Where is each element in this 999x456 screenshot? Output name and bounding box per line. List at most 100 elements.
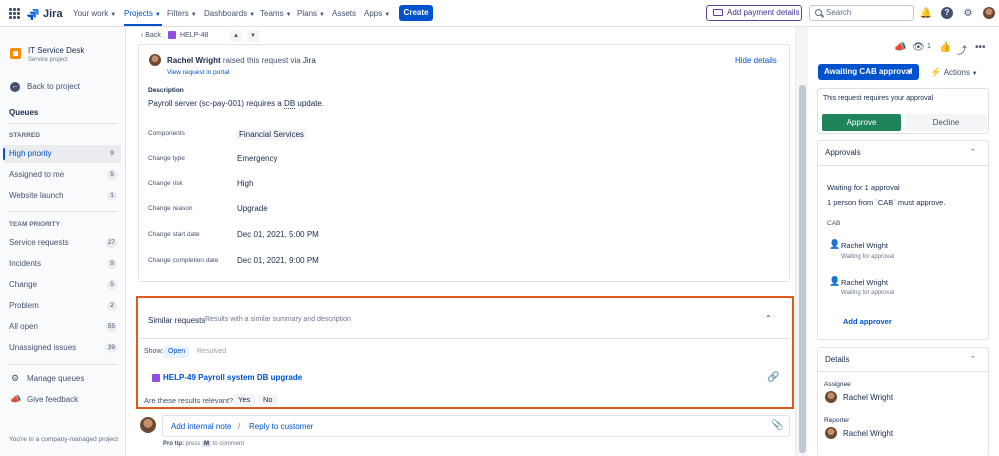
nav-apps[interactable]: Apps ▼ bbox=[364, 6, 390, 21]
share-icon[interactable]: ⤴ bbox=[957, 42, 967, 57]
nav-assets[interactable]: Assets bbox=[332, 6, 356, 21]
similar-issue-link[interactable]: HELP-49 Payroll system DB upgrade bbox=[152, 373, 302, 382]
relevant-no-button[interactable]: No bbox=[258, 394, 278, 406]
approver-group-label: CAB bbox=[827, 220, 841, 227]
pro-tip-text: to comment bbox=[212, 441, 245, 447]
help-icon[interactable]: ? bbox=[941, 7, 953, 19]
nav-filters[interactable]: Filters ▼ bbox=[167, 6, 197, 21]
back-button[interactable]: ‹ Back bbox=[141, 31, 161, 41]
relevant-yes-button[interactable]: Yes bbox=[233, 394, 256, 406]
chevron-down-icon: ▼ bbox=[190, 12, 197, 18]
nav-projects[interactable]: Projects ▼ bbox=[124, 6, 161, 21]
sidebar-item-assigned-to-me[interactable]: Assigned to me 5 bbox=[3, 166, 121, 184]
details-heading[interactable]: Details bbox=[825, 355, 849, 364]
field-label-change-reason: Change reason bbox=[148, 205, 193, 212]
sidebar-item-unassigned-issues[interactable]: Unassigned issues 39 bbox=[3, 339, 121, 357]
sidebar-item-high-priority[interactable]: High priority 9 bbox=[3, 145, 121, 163]
nav-label: Teams bbox=[260, 9, 284, 18]
approver-name[interactable]: Rachel Wright bbox=[841, 278, 888, 287]
queue-count: 2 bbox=[107, 301, 117, 311]
attachment-icon[interactable]: 📎 bbox=[771, 420, 783, 431]
field-value-change-start-date[interactable]: Dec 01, 2021, 5:00 PM bbox=[237, 230, 319, 239]
similar-issue-label: HELP-49 Payroll system DB upgrade bbox=[163, 373, 303, 382]
thumbs-up-icon[interactable]: 👍 bbox=[939, 42, 951, 53]
pro-tip-key: M bbox=[202, 441, 212, 447]
feedback-icon[interactable]: 📣 bbox=[894, 42, 906, 53]
add-approver-button[interactable]: Add approver bbox=[843, 317, 892, 326]
filter-open-button[interactable]: Open bbox=[164, 346, 190, 358]
description-text[interactable]: Payroll server (sc-pay-001) requires a D… bbox=[148, 99, 325, 109]
field-value-change-risk[interactable]: High bbox=[237, 179, 253, 188]
chevron-up-icon[interactable]: ⌃ bbox=[765, 314, 772, 323]
reply-to-customer-button[interactable]: Reply to customer bbox=[249, 422, 313, 431]
manage-queues-link[interactable]: ⚙ Manage queues bbox=[10, 373, 84, 384]
queue-label: High priority bbox=[9, 149, 52, 158]
add-internal-note-button[interactable]: Add internal note bbox=[171, 422, 232, 431]
raised-mid-text: raised this request via bbox=[220, 56, 303, 65]
link-icon[interactable]: 🔗 bbox=[767, 372, 779, 383]
field-value-change-completion-date[interactable]: Dec 01, 2021, 9:00 PM bbox=[237, 256, 319, 265]
scrollbar-thumb[interactable] bbox=[799, 85, 806, 453]
chevron-down-icon: ▼ bbox=[384, 12, 391, 18]
issue-key-breadcrumb[interactable]: HELP-48 bbox=[168, 31, 208, 41]
queue-count: 27 bbox=[105, 238, 117, 248]
decline-button[interactable]: Decline bbox=[905, 114, 987, 131]
back-to-project-link[interactable]: ← Back to project bbox=[10, 81, 80, 92]
create-button[interactable]: Create bbox=[399, 5, 433, 21]
field-value-change-reason[interactable]: Upgrade bbox=[237, 204, 268, 213]
nav-plans[interactable]: Plans ▼ bbox=[297, 6, 325, 21]
search-input[interactable]: Search bbox=[809, 5, 914, 21]
give-feedback-link[interactable]: 📣 Give feedback bbox=[10, 394, 78, 405]
queue-count: 5 bbox=[107, 280, 117, 290]
relevance-question: Are these results relevant? bbox=[144, 396, 234, 405]
project-name[interactable]: IT Service Desk bbox=[28, 46, 84, 55]
divider bbox=[9, 123, 117, 124]
settings-icon[interactable]: ⚙ bbox=[962, 7, 974, 19]
hide-details-button[interactable]: Hide details bbox=[735, 56, 777, 65]
approvals-heading[interactable]: Approvals bbox=[825, 148, 861, 157]
sidebar-item-incidents[interactable]: Incidents 9 bbox=[3, 255, 121, 273]
nav-your-work[interactable]: Your work ▼ bbox=[73, 6, 116, 21]
profile-avatar[interactable] bbox=[983, 7, 995, 19]
sidebar-item-all-open[interactable]: All open 55 bbox=[3, 318, 121, 336]
next-issue-button[interactable]: ▼ bbox=[247, 30, 259, 42]
filter-resolved-button[interactable]: Resolved bbox=[193, 346, 230, 358]
credit-card-icon bbox=[713, 9, 723, 16]
scrollbar[interactable] bbox=[795, 27, 808, 456]
approver-status: Waiting for approval bbox=[841, 254, 895, 260]
nav-teams[interactable]: Teams ▼ bbox=[260, 6, 292, 21]
description-label: Description bbox=[148, 87, 184, 94]
sidebar-item-change[interactable]: Change 5 bbox=[3, 276, 121, 294]
actions-dropdown-button[interactable]: ⚡ Actions ▼ bbox=[930, 67, 978, 78]
chevron-up-icon[interactable]: ⌃ bbox=[970, 148, 976, 156]
nav-dashboards[interactable]: Dashboards ▼ bbox=[204, 6, 255, 21]
actions-label: Actions bbox=[943, 68, 970, 77]
nav-label: Projects bbox=[124, 9, 153, 18]
approver-status: Waiting for approval bbox=[841, 290, 895, 296]
add-payment-details-button[interactable]: Add payment details bbox=[706, 5, 802, 21]
sidebar-item-service-requests[interactable]: Service requests 27 bbox=[3, 234, 121, 252]
sidebar-item-website-launch[interactable]: Website launch 1 bbox=[3, 187, 121, 205]
eye-icon[interactable]: 👁 bbox=[912, 42, 925, 53]
approver-name[interactable]: Rachel Wright bbox=[841, 241, 888, 250]
reporter-name[interactable]: Rachel Wright bbox=[843, 429, 893, 438]
chevron-down-icon: ▼ bbox=[249, 12, 256, 18]
more-icon[interactable]: ••• bbox=[975, 42, 986, 53]
chevron-up-icon[interactable]: ⌃ bbox=[970, 355, 976, 363]
reporter-name[interactable]: Rachel Wright bbox=[167, 56, 221, 65]
approve-button[interactable]: Approve bbox=[822, 114, 901, 131]
queue-label: Incidents bbox=[9, 259, 42, 268]
field-value-change-type[interactable]: Emergency bbox=[237, 154, 277, 163]
view-request-in-portal-link[interactable]: View request in portal bbox=[167, 69, 229, 76]
previous-issue-button[interactable]: ▲ bbox=[230, 30, 242, 42]
notifications-icon[interactable]: 🔔 bbox=[920, 7, 932, 19]
field-value-components[interactable]: Financial Services bbox=[236, 129, 307, 140]
sidebar-item-problem[interactable]: Problem 2 bbox=[3, 297, 121, 315]
description-part: update. bbox=[295, 99, 325, 108]
app-switcher-icon[interactable] bbox=[9, 8, 20, 19]
assignee-name[interactable]: Rachel Wright bbox=[843, 393, 893, 402]
status-dropdown-button[interactable]: Awaiting CAB approval ▼ bbox=[818, 64, 919, 80]
avatar bbox=[825, 427, 837, 439]
jira-logo[interactable]: Jira bbox=[27, 6, 63, 21]
chevron-down-icon: ▼ bbox=[285, 12, 292, 18]
